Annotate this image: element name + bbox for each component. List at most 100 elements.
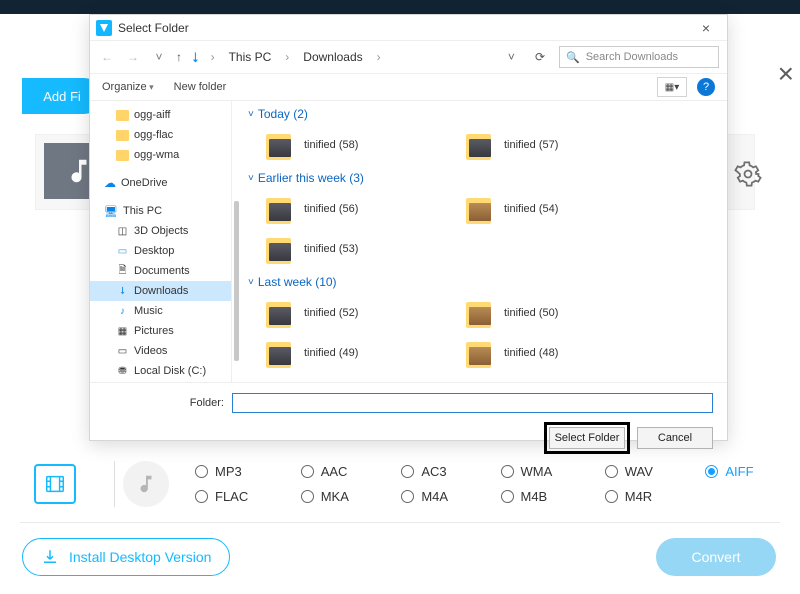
tree-item-music[interactable]: ♪ Music — [90, 301, 231, 321]
app-logo-icon — [96, 20, 112, 36]
radio-dot-icon — [401, 465, 414, 478]
tree-item-ogg-wma[interactable]: ogg-wma — [90, 145, 231, 165]
tree-item-desktop[interactable]: ▭Desktop — [90, 241, 231, 261]
nav-back-button[interactable]: ← — [98, 50, 116, 64]
tree-item-pictures[interactable]: ▦Pictures — [90, 321, 231, 341]
desktop-icon: ▭ — [116, 245, 129, 258]
music-icon: ♪ — [116, 305, 129, 318]
radio-label: AAC — [321, 464, 348, 479]
folder-thumb-icon — [266, 338, 294, 368]
folder-item[interactable]: tinified (50) — [446, 293, 646, 333]
tree-item-this-pc[interactable]: 🖥This PC — [90, 201, 231, 221]
app-surface: Add Fi × Select Folder × ← → ˅ ↑ ⭣ › Thi… — [0, 14, 800, 594]
group-earlier[interactable]: ˅Earlier this week (3) — [248, 171, 727, 185]
document-icon: 🗎 — [116, 265, 129, 278]
radio-m4r[interactable]: M4R — [605, 489, 680, 504]
new-folder-button[interactable]: New folder — [174, 81, 227, 93]
folder-item[interactable]: tinified (54) — [446, 189, 646, 229]
search-icon: 🔍 — [566, 51, 580, 64]
tree-label: OneDrive — [121, 177, 167, 189]
tree-item-ogg-flac[interactable]: ogg-flac — [90, 125, 231, 145]
install-desktop-button[interactable]: Install Desktop Version — [22, 538, 230, 576]
dialog-footer: Folder: Select Folder Cancel — [90, 382, 727, 459]
tree-item-ogg-aiff[interactable]: ogg-aiff — [90, 105, 231, 125]
tree-label: ogg-wma — [134, 149, 179, 161]
breadcrumb-this-pc[interactable]: This PC — [225, 50, 276, 64]
radio-ac3[interactable]: AC3 — [401, 464, 474, 479]
refresh-button[interactable]: ⟳ — [529, 50, 551, 64]
radio-dot-icon — [195, 465, 208, 478]
folder-thumb-icon — [266, 130, 294, 160]
radio-label: AC3 — [421, 464, 446, 479]
install-label: Install Desktop Version — [69, 549, 211, 565]
select-folder-button[interactable]: Select Folder — [549, 427, 625, 449]
breadcrumb-downloads[interactable]: Downloads — [299, 50, 366, 64]
settings-button[interactable] — [734, 160, 762, 188]
folder-item[interactable]: tinified (57) — [446, 125, 646, 165]
gear-icon — [734, 160, 762, 188]
radio-aac[interactable]: AAC — [301, 464, 376, 479]
view-options-button[interactable]: ▦▾ — [657, 77, 687, 97]
tree-item-downloads[interactable]: ⭣Downloads — [90, 281, 231, 301]
nav-tree: ogg-aiff ogg-flac ogg-wma ☁OneDrive 🖥Thi… — [90, 101, 232, 382]
tree-label: Local Disk (C:) — [134, 365, 206, 377]
audio-format-badge[interactable] — [123, 461, 169, 507]
radio-m4b[interactable]: M4B — [501, 489, 579, 504]
radio-label: M4B — [521, 489, 548, 504]
radio-dot-icon — [605, 490, 618, 503]
folder-item[interactable]: tinified (48) — [446, 333, 646, 373]
radio-aiff[interactable]: AIFF — [705, 464, 780, 479]
tree-label: Music — [134, 305, 163, 317]
video-format-button[interactable] — [34, 464, 76, 504]
radio-mka[interactable]: MKA — [301, 489, 376, 504]
tree-item-3d-objects[interactable]: ◫3D Objects — [90, 221, 231, 241]
folder-item[interactable]: tinified (53) — [246, 229, 446, 269]
pane-splitter[interactable] — [232, 101, 242, 382]
dialog-titlebar: Select Folder × — [90, 15, 727, 41]
convert-button[interactable]: Convert — [656, 538, 776, 576]
chevron-down-icon: ˅ — [248, 173, 254, 184]
folder-item[interactable]: tinified (56) — [246, 189, 446, 229]
tree-label: ogg-aiff — [134, 109, 171, 121]
group-label: Last week (10) — [258, 275, 337, 289]
folder-item[interactable]: tinified (49) — [246, 333, 446, 373]
folder-thumb-icon — [266, 234, 294, 264]
cancel-button[interactable]: Cancel — [637, 427, 713, 449]
folder-thumb-icon — [466, 298, 494, 328]
folder-item[interactable]: tinified (58) — [246, 125, 446, 165]
tree-item-videos[interactable]: ▭Videos — [90, 341, 231, 361]
tree-item-documents[interactable]: 🗎 Documents — [90, 261, 231, 281]
radio-dot-icon — [301, 465, 314, 478]
organize-menu[interactable]: Organize — [102, 81, 154, 93]
radio-flac[interactable]: FLAC — [195, 489, 275, 504]
folder-name-input[interactable] — [232, 393, 713, 413]
radio-wma[interactable]: WMA — [501, 464, 579, 479]
radio-m4a[interactable]: M4A — [401, 489, 474, 504]
nav-up-button[interactable]: ↑ — [176, 50, 182, 64]
close-button[interactable]: × — [778, 60, 794, 88]
tree-item-local-disk[interactable]: ⛃Local Disk (C:) — [90, 361, 231, 381]
app-titlebar — [0, 0, 800, 14]
radio-mp3[interactable]: MP3 — [195, 464, 275, 479]
group-lastweek[interactable]: ˅ Last week (10) — [248, 275, 727, 289]
dialog-close-button[interactable]: × — [691, 20, 721, 36]
address-dropdown[interactable]: ˅ — [502, 50, 521, 64]
tree-label: Documents — [134, 265, 190, 277]
tree-label: This PC — [123, 205, 162, 217]
search-placeholder: Search Downloads — [586, 51, 678, 63]
folder-item[interactable]: tinified (52) — [246, 293, 446, 333]
item-label: tinified (57) — [504, 139, 558, 151]
folder-icon — [116, 110, 129, 121]
item-label: tinified (53) — [304, 243, 358, 255]
help-button[interactable]: ? — [697, 78, 715, 96]
location-icon: ⭣ — [192, 49, 199, 66]
nav-forward-button[interactable]: → — [124, 50, 142, 64]
music-note-icon — [135, 473, 157, 495]
radio-dot-icon — [301, 490, 314, 503]
nav-recent-dropdown[interactable]: ˅ — [150, 50, 168, 64]
chevron-down-icon: ˅ — [248, 277, 254, 288]
tree-item-onedrive[interactable]: ☁OneDrive — [90, 173, 231, 193]
search-input[interactable]: 🔍 Search Downloads — [559, 46, 719, 68]
radio-wav[interactable]: WAV — [605, 464, 680, 479]
group-today[interactable]: ˅Today (2) — [248, 107, 727, 121]
